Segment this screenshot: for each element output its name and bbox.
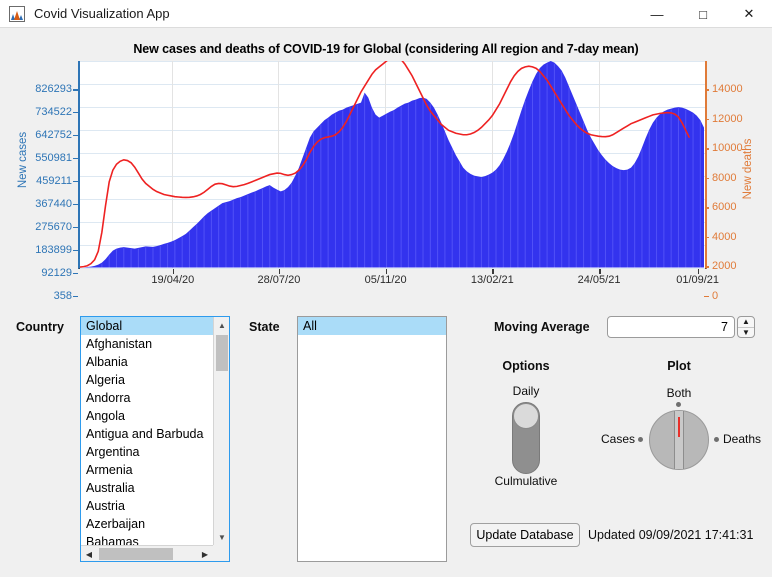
country-horizontal-scrollbar[interactable]: ◀ ▶ <box>81 545 213 561</box>
country-label: Country <box>16 320 64 334</box>
plot-area[interactable] <box>78 61 707 269</box>
app-window: Covid Visualization App — □ ✕ New cases … <box>0 0 772 577</box>
x-axis-tick-label: 28/07/20 <box>257 274 301 286</box>
y-axis-left-label: New cases <box>17 131 29 189</box>
state-list-item[interactable]: All <box>298 317 446 335</box>
chart-panel: New cases and deaths of COVID-19 for Glo… <box>0 28 772 302</box>
window-title: Covid Visualization App <box>34 6 170 21</box>
country-list-item[interactable]: Global <box>81 317 213 335</box>
scrollbar-corner <box>213 545 229 561</box>
chart-title: New cases and deaths of COVID-19 for Glo… <box>133 42 639 56</box>
y-axis-left-tick-mark <box>73 272 78 275</box>
y-axis-left-tick: 275670 <box>35 220 72 233</box>
country-list-item[interactable]: Azerbaijan <box>81 515 213 533</box>
y-axis-left-tick: 550981 <box>35 151 72 164</box>
country-list-item[interactable]: Algeria <box>81 371 213 389</box>
country-list-item[interactable]: Argentina <box>81 443 213 461</box>
minimize-button[interactable]: — <box>634 0 680 28</box>
scroll-up-icon[interactable]: ▲ <box>214 317 229 333</box>
y-axis-right-tick: 14000 <box>712 83 743 95</box>
country-list-item[interactable]: Afghanistan <box>81 335 213 353</box>
update-database-button[interactable]: Update Database <box>470 523 580 547</box>
stepper-up-icon[interactable]: ▲ <box>738 317 754 328</box>
knob-needle-indicator <box>678 417 680 437</box>
country-list-item[interactable]: Albania <box>81 353 213 371</box>
state-listbox[interactable]: All <box>297 316 447 562</box>
plot-both-dot-icon <box>676 402 681 407</box>
plot-cases-dot-icon <box>638 437 643 442</box>
country-list-items[interactable]: Global Afghanistan Albania Algeria Andorra An… <box>81 317 213 561</box>
state-label: State <box>249 320 280 334</box>
x-axis-tick-mark <box>697 269 700 274</box>
y-axis-left-tick: 358 <box>53 289 72 302</box>
window-controls: — □ ✕ <box>634 0 772 28</box>
x-axis-tick-mark <box>172 269 175 274</box>
x-axis-tick-label: 01/09/21 <box>676 274 720 286</box>
title-bar: Covid Visualization App — □ ✕ <box>0 0 772 28</box>
y-axis-right-label: New deaths <box>742 138 754 200</box>
moving-average-label: Moving Average <box>494 320 590 334</box>
plot-both-label[interactable]: Both <box>629 386 729 400</box>
chart-plot <box>80 61 704 268</box>
y-axis-right-tick: 12000 <box>712 112 743 125</box>
x-axis-tick-label: 13/02/21 <box>470 274 514 286</box>
x-axis-tick-label: 05/11/20 <box>364 274 407 286</box>
moving-average-stepper[interactable]: ▲ ▼ <box>737 316 755 338</box>
plot-title: Plot <box>667 359 691 373</box>
country-list-item[interactable]: Armenia <box>81 461 213 479</box>
x-axis-tick-mark <box>278 269 281 274</box>
plot-deaths-label[interactable]: Deaths <box>723 432 761 446</box>
y-axis-left-tick: 459211 <box>36 174 72 187</box>
maximize-button[interactable]: □ <box>680 0 726 28</box>
x-axis-tick-label: 24/05/21 <box>577 274 621 286</box>
plot-knob[interactable] <box>649 410 709 470</box>
x-axis-tick-mark <box>492 269 494 274</box>
country-list-item[interactable]: Australia <box>81 479 213 497</box>
update-status-text: Updated 09/09/2021 17:41:31 <box>588 528 754 542</box>
scroll-left-icon[interactable]: ◀ <box>81 546 97 561</box>
state-list-items[interactable]: All <box>298 317 446 561</box>
x-axis-tick-label: 19/04/20 <box>151 274 195 286</box>
country-list-item[interactable]: Andorra <box>81 389 213 407</box>
country-scroll-thumb[interactable] <box>216 335 228 371</box>
y-axis-right-tick: 0 <box>712 289 719 302</box>
plot-cases-label[interactable]: Cases <box>601 432 635 446</box>
close-button[interactable]: ✕ <box>726 0 772 28</box>
toggle-knob[interactable] <box>513 403 539 429</box>
options-toggle-switch[interactable] <box>512 402 540 474</box>
x-axis-tick-mark <box>385 269 388 274</box>
y-axis-left-tick: 826293 <box>35 83 72 95</box>
x-axis-tick-mark <box>599 269 601 274</box>
y-axis-left-tick: 367440 <box>35 197 72 210</box>
country-listbox[interactable]: Global Afghanistan Albania Algeria Andorra An… <box>80 316 230 562</box>
moving-average-input[interactable]: 7 <box>607 316 735 338</box>
scroll-right-icon[interactable]: ▶ <box>197 546 213 561</box>
plot-deaths-dot-icon <box>714 437 719 442</box>
app-logo-icon <box>9 5 25 22</box>
y-axis-right-tick: 4000 <box>712 230 737 243</box>
y-axis-left-tick: 92129 <box>41 266 72 279</box>
country-hscroll-thumb[interactable] <box>99 548 173 560</box>
y-axis-right-tick: 2000 <box>712 260 737 272</box>
country-list-item[interactable]: Austria <box>81 497 213 515</box>
y-axis-left-tick-mark <box>73 295 78 297</box>
y-axis-left-tick: 734522 <box>35 105 72 118</box>
y-axis-left-tick: 183899 <box>35 243 72 256</box>
stepper-down-icon[interactable]: ▼ <box>738 328 754 338</box>
options-title: Options <box>502 359 550 373</box>
country-list-item[interactable]: Antigua and Barbuda <box>81 425 213 443</box>
country-list-item[interactable]: Angola <box>81 407 213 425</box>
y-axis-right-tick-mark <box>704 295 709 297</box>
scroll-down-icon[interactable]: ▼ <box>214 529 229 545</box>
country-vertical-scrollbar[interactable]: ▲ ▼ <box>213 317 229 545</box>
options-cumulative-label[interactable]: Culmulative <box>476 474 576 488</box>
y-axis-left-tick: 642752 <box>35 128 72 141</box>
options-daily-label[interactable]: Daily <box>476 384 576 398</box>
